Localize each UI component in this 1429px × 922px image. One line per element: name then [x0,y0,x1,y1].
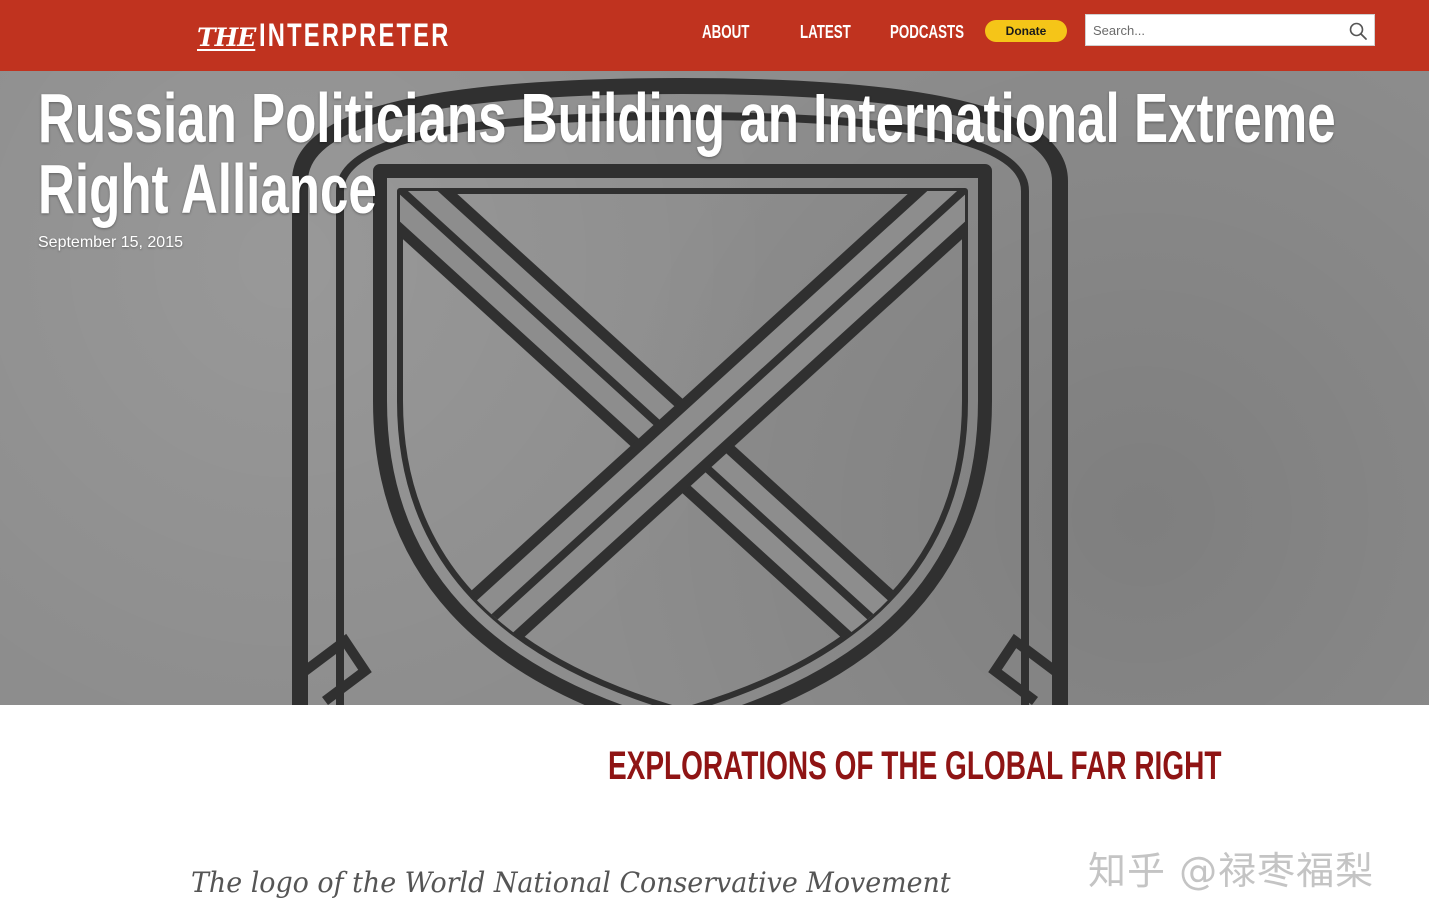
nav-podcasts[interactable]: PODCASTS [890,22,964,43]
image-caption: The logo of the World National Conservat… [191,866,951,899]
search-box [1085,14,1375,46]
article-date: September 15, 2015 [38,234,183,251]
search-input[interactable] [1086,15,1350,45]
nav-latest[interactable]: LATEST [800,22,851,43]
top-navbar: THE INTERPRETER ABOUT LATEST PODCASTS Do… [0,0,1429,71]
logo-name: INTERPRETER [259,17,451,53]
magnifier-icon[interactable] [1348,21,1368,41]
donate-button[interactable]: Donate [985,20,1067,42]
hero-banner: Russian Politicians Building an Internat… [0,71,1429,705]
watermark: 知乎 @禄枣福梨 [1088,849,1375,893]
site-logo[interactable]: THE INTERPRETER [197,17,518,57]
section-heading: EXPLORATIONS OF THE GLOBAL FAR RIGHT [608,744,1222,788]
article-title: Russian Politicians Building an Internat… [38,79,1336,228]
nav-about[interactable]: ABOUT [702,22,749,43]
logo-the: THE [197,23,256,52]
